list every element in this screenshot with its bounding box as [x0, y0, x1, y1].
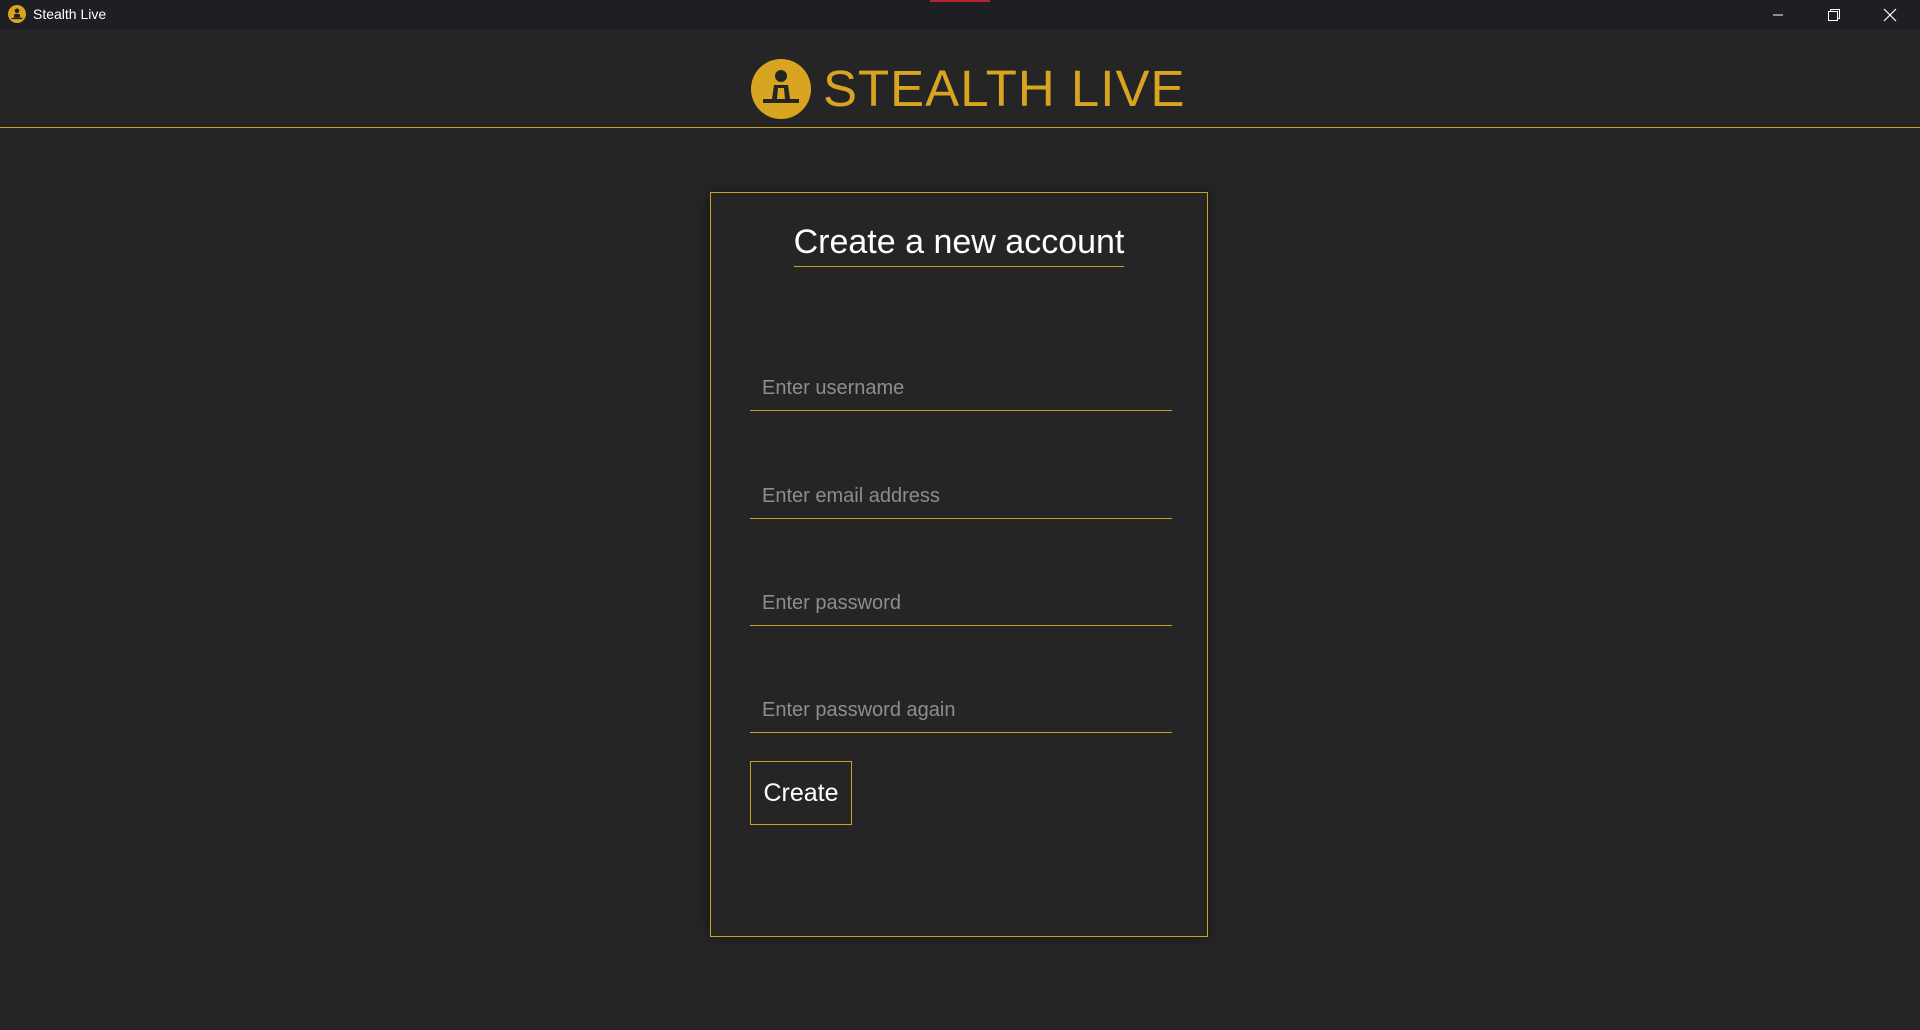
password-confirm-input[interactable]: [750, 688, 1172, 732]
brand-name: STEALTH LIVE: [823, 60, 1186, 117]
app-icon: [8, 5, 26, 23]
create-account-card: Create a new account Create: [710, 192, 1208, 937]
minimize-button[interactable]: [1750, 0, 1806, 29]
window-title: Stealth Live: [33, 6, 107, 22]
password-field: [750, 581, 1172, 626]
create-button[interactable]: Create: [750, 761, 852, 825]
email-input[interactable]: [750, 474, 1172, 518]
form-title-wrapper: Create a new account: [711, 223, 1207, 267]
form-title: Create a new account: [793, 223, 1125, 267]
username-input[interactable]: [750, 366, 1172, 410]
window-titlebar: Stealth Live: [0, 0, 1920, 29]
person-at-desk-logo-icon: [751, 59, 811, 119]
app-header: STEALTH LIVE: [0, 29, 1920, 128]
brand: STEALTH LIVE: [751, 59, 1186, 119]
close-button[interactable]: [1862, 0, 1918, 29]
minimize-icon: [1773, 14, 1783, 15]
email-field: [750, 474, 1172, 519]
password-input[interactable]: [750, 581, 1172, 625]
restore-icon: [1828, 8, 1840, 21]
close-icon: [1883, 8, 1897, 21]
password-confirm-field: [750, 688, 1172, 733]
username-field: [750, 366, 1172, 411]
maximize-button[interactable]: [1806, 0, 1862, 29]
titlebar-accent-mark: [930, 0, 990, 2]
